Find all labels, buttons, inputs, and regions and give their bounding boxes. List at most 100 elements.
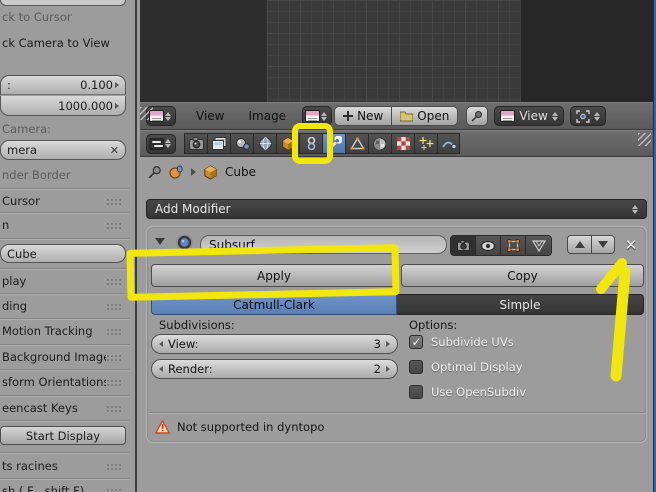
edit-mode-icon — [507, 239, 520, 252]
corner-resize-icon[interactable] — [638, 133, 651, 146]
panel-header-sh[interactable]: sh ( F , shift F) — [0, 482, 129, 492]
simple-toggle[interactable]: Simple — [397, 294, 644, 315]
tab-constraints[interactable] — [299, 133, 322, 154]
world-icon — [258, 137, 272, 150]
new-image-button[interactable]: New — [334, 106, 393, 126]
checkbox-icon[interactable] — [409, 360, 423, 374]
apply-button[interactable]: Apply — [151, 264, 397, 287]
tab-render-layers[interactable] — [207, 133, 230, 154]
pin-button[interactable] — [466, 106, 489, 126]
material-icon — [373, 137, 387, 150]
close-icon: ✕ — [624, 235, 638, 254]
image-datablock-dropdown[interactable] — [302, 106, 333, 126]
tab-object-data[interactable] — [345, 133, 368, 154]
view-subdivisions-slider[interactable]: View: 3 — [151, 334, 398, 354]
pin-icon[interactable] — [148, 165, 162, 179]
lock-to-cursor-label[interactable]: ck to Cursor — [2, 10, 72, 24]
subdivide-uvs-option[interactable]: Subdivide UVs — [409, 335, 514, 349]
clear-icon[interactable]: ✕ — [110, 144, 119, 157]
image-editor-header: View Image New Open View — [140, 102, 653, 130]
panel-header-transform-orientations[interactable]: sform Orientations — [0, 373, 129, 391]
panel-header-shading[interactable]: ding — [0, 297, 129, 315]
panel-header-roots[interactable]: ts racines — [0, 457, 129, 475]
tab-world[interactable] — [253, 133, 276, 154]
editor-type-dropdown[interactable] — [146, 133, 176, 154]
clip-end-field[interactable]: 1000.000 — [0, 96, 126, 116]
properties-editor-icon — [149, 137, 164, 150]
options-label: Options: — [409, 318, 458, 332]
copy-button[interactable]: Copy — [401, 264, 644, 287]
up-arrow-icon — [574, 241, 585, 248]
drag-grip-icon — [106, 487, 123, 492]
menu-view[interactable]: View — [184, 109, 236, 123]
stepper-left-icon[interactable] — [159, 366, 163, 372]
tab-physics[interactable] — [437, 133, 460, 154]
stepper-left-icon[interactable] — [159, 341, 163, 347]
viewport-visibility-toggle[interactable] — [476, 236, 501, 255]
stepper-right-icon[interactable] — [386, 341, 390, 347]
stepper-right-icon[interactable] — [115, 102, 119, 109]
tab-particles[interactable] — [414, 133, 437, 154]
panel-header-background-images[interactable]: Background Images — [0, 348, 129, 366]
camera-icon — [456, 240, 470, 251]
use-opensubdiv-option[interactable]: Use OpenSubdiv — [409, 385, 526, 399]
subsurf-modifier-icon — [176, 234, 193, 251]
drag-grip-icon — [106, 327, 123, 335]
optimal-display-option[interactable]: Optimal Display — [409, 360, 523, 374]
dropdown-arrows-icon — [165, 139, 171, 148]
checkbox-icon[interactable] — [409, 385, 423, 399]
stepper-right-icon[interactable] — [386, 366, 390, 372]
drag-grip-icon — [106, 277, 123, 285]
tab-render[interactable] — [184, 133, 207, 154]
main-area: View Image New Open View Cube Add Modifi… — [140, 0, 653, 492]
panel-header-n[interactable]: n — [0, 216, 129, 234]
delete-modifier-button[interactable]: ✕ — [622, 235, 640, 254]
menu-image[interactable]: Image — [236, 109, 298, 123]
modifier-name-field[interactable]: Subsurf — [200, 235, 447, 254]
edit-mode-toggle[interactable] — [501, 236, 526, 255]
edit-cage-toggle[interactable] — [526, 236, 551, 255]
eye-icon — [481, 240, 495, 251]
breadcrumb-arrow-icon — [191, 168, 196, 176]
view-subdivisions-value: 3 — [373, 337, 381, 351]
drag-grip-icon — [106, 378, 123, 386]
checkbox-icon[interactable] — [409, 335, 423, 349]
move-modifier-up-button[interactable] — [567, 235, 591, 254]
clip-start-field[interactable]: : 0.100 — [0, 75, 126, 95]
panel-header-display[interactable]: play — [0, 272, 129, 290]
camera-object-field[interactable]: mera ✕ — [0, 140, 126, 160]
render-visibility-toggle[interactable] — [451, 236, 476, 255]
folder-icon — [400, 111, 414, 121]
tab-scene[interactable] — [230, 133, 253, 154]
item-name-field[interactable]: Cube — [0, 244, 126, 263]
properties-header — [140, 130, 653, 157]
catmull-clark-toggle[interactable]: Catmull-Clark — [151, 294, 397, 315]
image-editor-viewport[interactable] — [140, 0, 653, 102]
stepper-right-icon[interactable] — [115, 82, 119, 88]
partial-field[interactable] — [0, 0, 126, 6]
tab-texture[interactable] — [391, 133, 414, 154]
breadcrumb: Cube — [148, 163, 256, 181]
lock-camera-to-view-label[interactable]: ck Camera to View — [2, 36, 110, 50]
panel-header-motion-tracking[interactable]: Motion Tracking — [0, 322, 129, 340]
expand-panel-icon[interactable] — [155, 238, 165, 245]
open-image-button[interactable]: Open — [392, 106, 459, 126]
area-divider[interactable] — [133, 0, 140, 492]
tab-object[interactable] — [276, 133, 299, 154]
panel-header-screencast-keys[interactable]: eencast Keys — [0, 399, 129, 417]
tab-modifiers[interactable] — [322, 133, 345, 154]
panel-header-cursor[interactable]: Cursor — [0, 192, 129, 210]
drag-grip-icon — [106, 197, 123, 205]
display-mode-dropdown[interactable]: View — [494, 106, 564, 126]
properties-content: Cube Add Modifier Subsurf ✕ Apply Copy C… — [140, 157, 653, 492]
add-modifier-dropdown[interactable]: Add Modifier — [146, 199, 647, 219]
tab-material[interactable] — [368, 133, 391, 154]
pivot-dropdown[interactable] — [569, 106, 606, 126]
pin-icon — [471, 111, 483, 122]
render-subdivisions-slider[interactable]: Render: 2 — [151, 359, 398, 379]
cage-icon — [531, 239, 546, 252]
object-icon[interactable] — [169, 165, 184, 179]
start-display-button[interactable]: Start Display — [0, 426, 126, 445]
render-border-label[interactable]: nder Border — [2, 168, 71, 182]
move-modifier-down-button[interactable] — [591, 235, 615, 254]
